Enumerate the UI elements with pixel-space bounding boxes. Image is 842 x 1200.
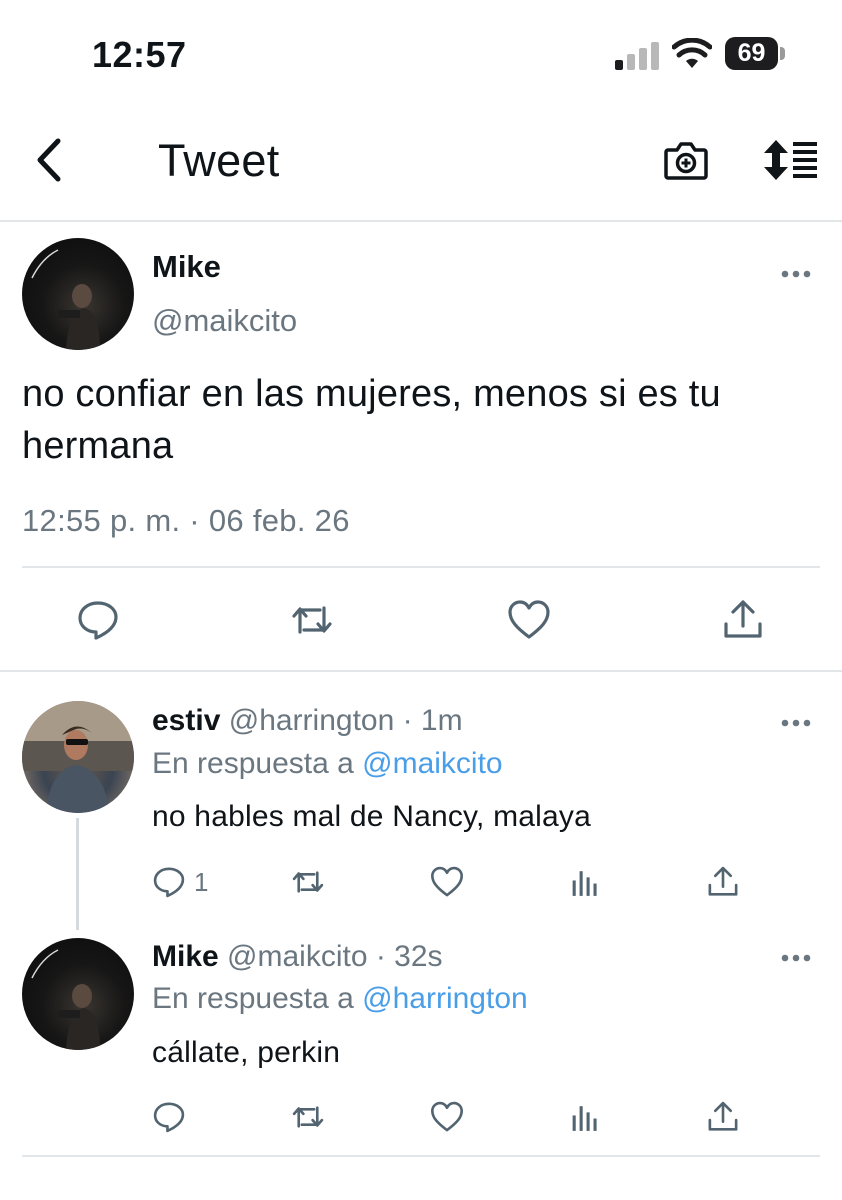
reply-mention[interactable]: @harrington xyxy=(362,982,528,1015)
comment-icon xyxy=(153,1102,185,1133)
more-horizontal-icon xyxy=(781,954,811,962)
like-button[interactable] xyxy=(430,1100,464,1134)
reply-prefix: En respuesta a xyxy=(152,747,363,780)
heart-icon xyxy=(431,1101,463,1132)
share-button[interactable] xyxy=(721,598,765,642)
share-button[interactable] xyxy=(706,1100,740,1134)
reply-prefix: En respuesta a xyxy=(152,982,363,1015)
tweet-timestamp[interactable]: 12:55 p. m. · 06 feb. 26 xyxy=(22,503,350,539)
comment-icon xyxy=(153,867,185,898)
reply-text: cállate, perkin xyxy=(152,1036,341,1069)
page-title: Tweet xyxy=(158,135,280,186)
back-button[interactable] xyxy=(28,135,72,185)
more-horizontal-icon xyxy=(781,270,811,278)
heart-icon xyxy=(508,600,550,639)
actions-divider xyxy=(0,670,842,672)
retweet-button[interactable] xyxy=(291,865,325,899)
reply-button[interactable] xyxy=(76,598,120,642)
tweet-divider xyxy=(22,566,820,568)
status-time: 12:57 xyxy=(92,34,187,75)
sort-list-icon xyxy=(764,140,817,180)
like-button[interactable] xyxy=(430,865,464,899)
battery-level: 69 xyxy=(737,39,766,67)
analytics-button[interactable] xyxy=(568,865,602,899)
author-name[interactable]: Mike xyxy=(152,249,221,285)
more-button[interactable] xyxy=(781,269,811,279)
reply-mention[interactable]: @maikcito xyxy=(362,747,502,780)
heart-icon xyxy=(431,866,463,897)
analytics-icon xyxy=(572,1106,597,1131)
author-meta[interactable]: @harrington · 1m xyxy=(229,704,463,737)
more-button[interactable] xyxy=(781,718,811,728)
signal-icon xyxy=(615,42,659,70)
more-button[interactable] xyxy=(781,953,811,963)
reply-header: Mike @maikcito · 32s xyxy=(152,940,443,974)
camera-button[interactable] xyxy=(663,138,709,182)
more-horizontal-icon xyxy=(781,719,811,727)
retweet-icon xyxy=(292,871,324,893)
reply-text: no hables mal de Nancy, malaya xyxy=(152,800,592,833)
author-name[interactable]: estiv xyxy=(152,704,220,737)
comment-icon xyxy=(78,601,118,640)
chevron-left-icon xyxy=(37,138,61,182)
reply-button[interactable]: 1 xyxy=(152,865,208,899)
reply-divider xyxy=(22,1155,820,1157)
share-icon xyxy=(708,1101,738,1131)
tweet-text: no confiar en las mujeres, menos si es t… xyxy=(22,373,721,467)
avatar[interactable] xyxy=(22,938,134,1050)
reply-count: 1 xyxy=(194,866,209,897)
author-handle[interactable]: @maikcito xyxy=(152,303,297,339)
share-icon xyxy=(708,866,738,896)
reply-context: En respuesta a @harrington xyxy=(152,982,528,1016)
analytics-button[interactable] xyxy=(568,1100,602,1134)
author-meta[interactable]: @maikcito · 32s xyxy=(227,940,443,973)
reply-button[interactable] xyxy=(152,1100,186,1134)
battery-cap xyxy=(780,47,785,60)
author-name[interactable]: Mike xyxy=(152,940,219,973)
sort-button[interactable] xyxy=(760,138,818,182)
analytics-icon xyxy=(572,871,597,896)
like-button[interactable] xyxy=(507,598,551,642)
battery-icon: 69 xyxy=(725,37,778,70)
retweet-button[interactable] xyxy=(291,1100,325,1134)
reply-header: estiv @harrington · 1m xyxy=(152,704,463,738)
share-button[interactable] xyxy=(706,865,740,899)
retweet-icon xyxy=(292,1106,324,1128)
reply-context: En respuesta a @maikcito xyxy=(152,747,503,781)
thread-line xyxy=(76,818,79,930)
retweet-button[interactable] xyxy=(290,598,334,642)
share-icon xyxy=(724,600,762,638)
avatar[interactable] xyxy=(22,701,134,813)
header-divider xyxy=(0,220,842,222)
retweet-icon xyxy=(292,606,332,634)
wifi-icon xyxy=(672,38,712,70)
camera-plus-icon xyxy=(664,142,708,180)
avatar[interactable] xyxy=(22,238,134,350)
